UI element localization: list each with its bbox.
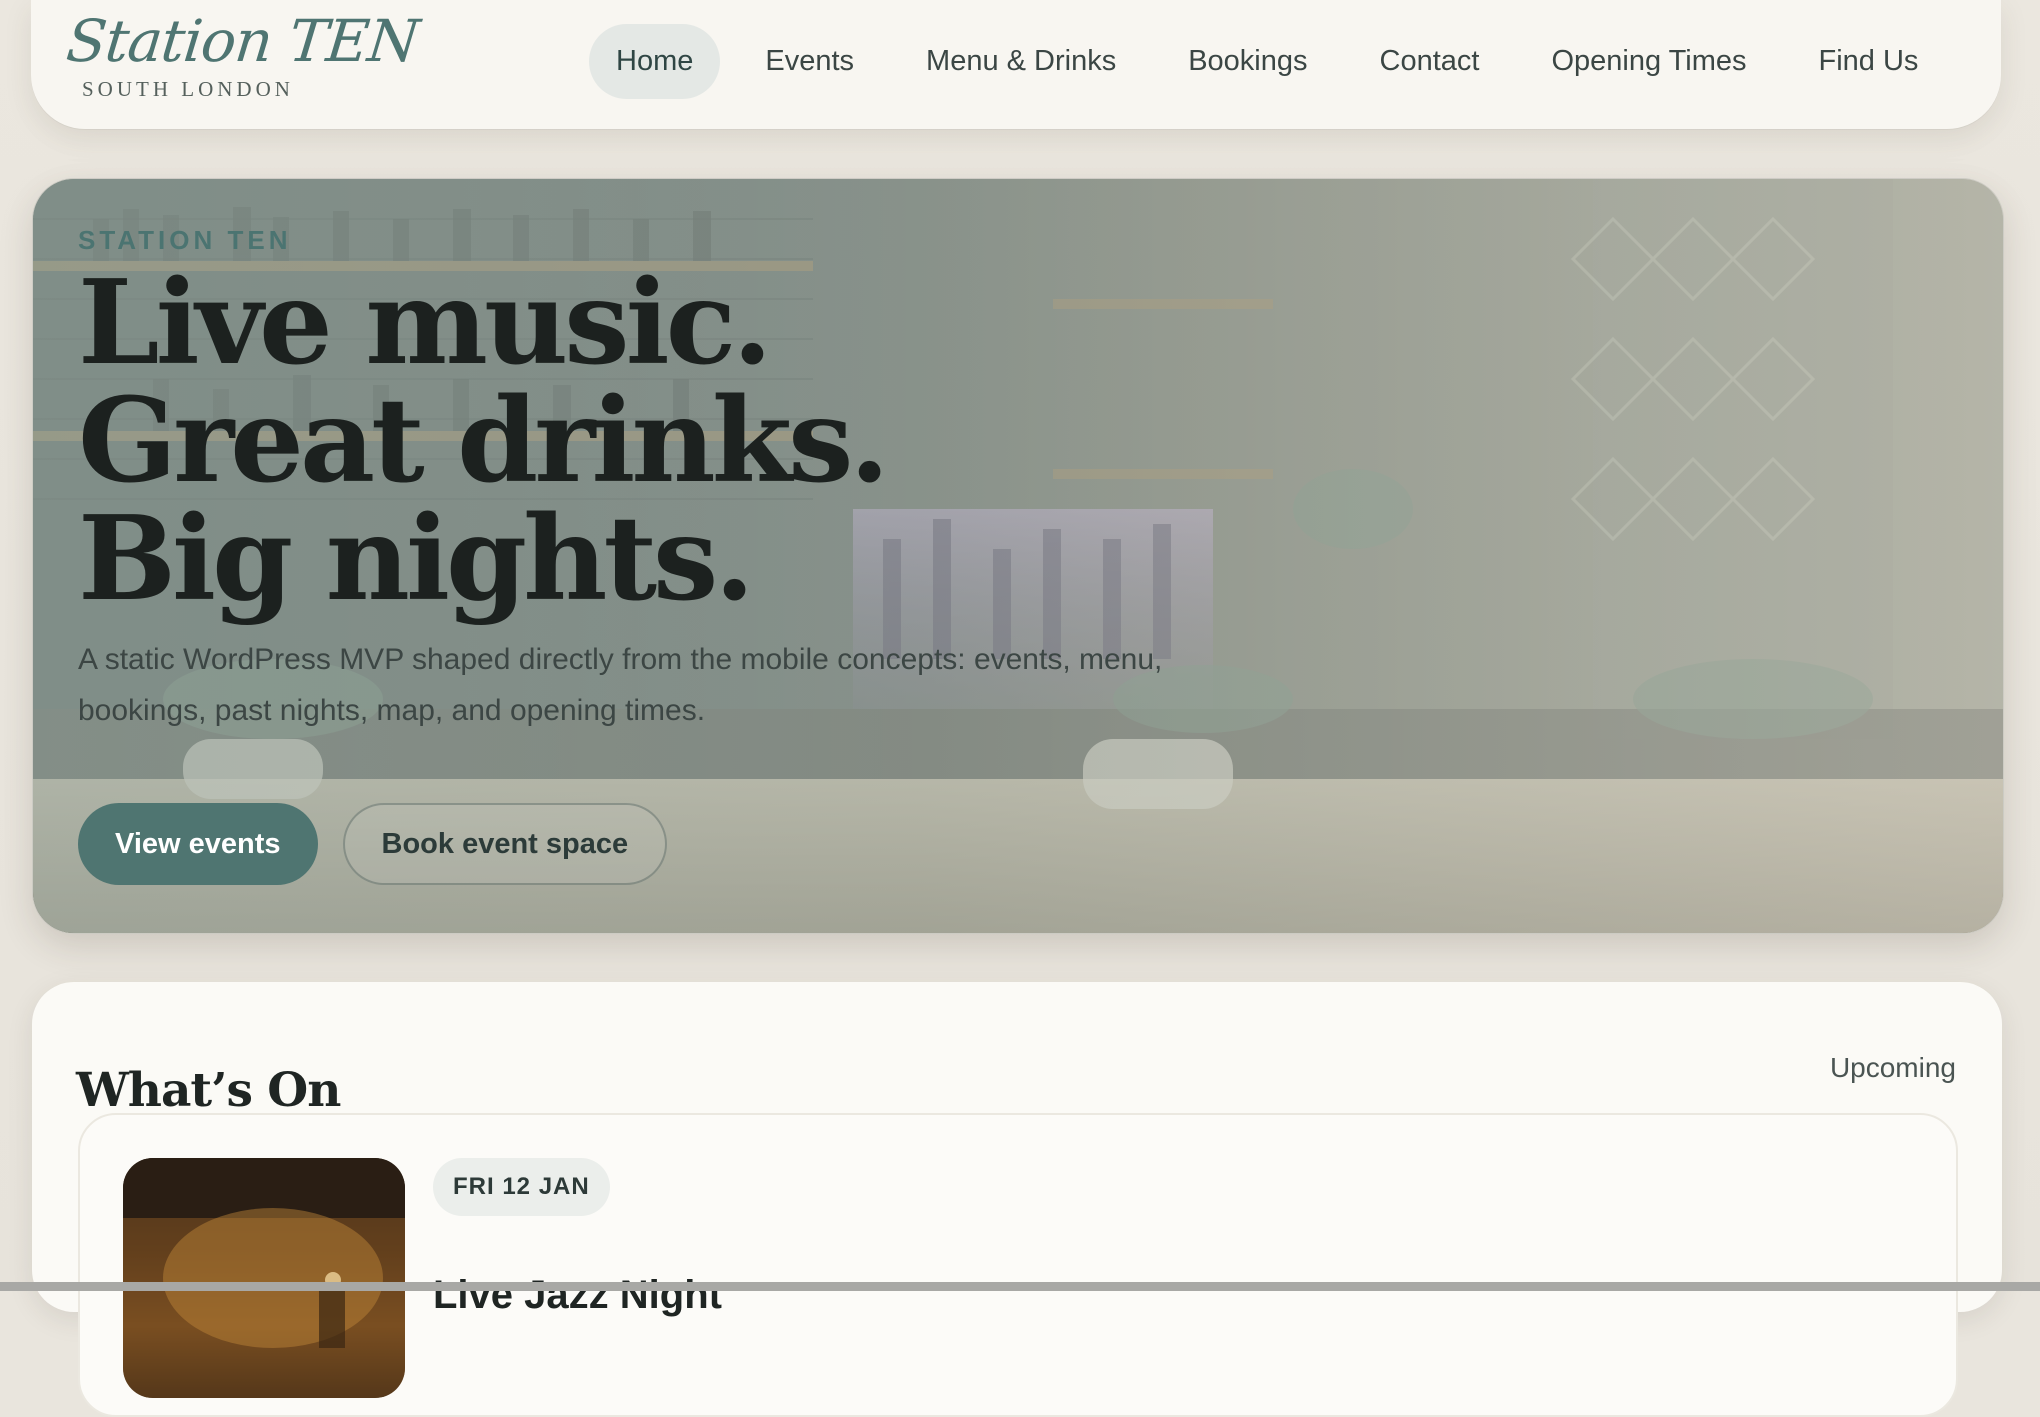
hero-headline: Live music. Great drinks. Big nights. [78,264,1378,618]
view-events-button[interactable]: View events [78,803,318,885]
event-date-badge: FRI 12 JAN [433,1158,610,1216]
hero-content: STATION TEN Live music. Great drinks. Bi… [78,225,1378,736]
brand-logo[interactable]: Station TEN SOUTH LONDON [63,7,427,112]
hero-description: A static WordPress MVP shaped directly f… [78,643,1163,727]
event-card[interactable]: FRI 12 JAN Live Jazz Night [78,1113,1958,1417]
headline-line-1: Live music. [78,255,773,391]
book-event-space-button[interactable]: Book event space [342,803,668,885]
upcoming-link[interactable]: Upcoming [1830,1052,1956,1084]
event-photo [123,1158,405,1398]
brand-name: Station TEN [63,7,422,75]
nav-item-contact[interactable]: Contact [1353,24,1507,99]
whats-on-title: What’s On [76,1063,341,1118]
hero-section: STATION TEN Live music. Great drinks. Bi… [32,178,2004,934]
nav-item-find-us[interactable]: Find Us [1792,24,1946,99]
hero-actions: View events Book event space [78,803,668,885]
nav-item-home[interactable]: Home [589,24,721,99]
window-bottom-edge [0,1282,2040,1291]
nav-item-opening-times[interactable]: Opening Times [1524,24,1773,99]
site-header: Station TEN SOUTH LONDON Home Events Men… [31,0,2001,129]
whats-on-section: What’s On Upcoming FRI 12 JAN Live Jazz … [32,982,2002,1417]
event-thumbnail [123,1158,405,1398]
headline-line-3: Big nights. [78,491,755,627]
event-title: Live Jazz Night [433,1273,722,1317]
hero-eyebrow: STATION TEN [78,225,292,255]
main-nav: Home Events Menu & Drinks Bookings Conta… [589,24,1945,99]
nav-item-events[interactable]: Events [738,24,881,99]
headline-line-2: Great drinks. [78,373,890,509]
brand-tagline: SOUTH LONDON [82,77,294,101]
page: Station TEN SOUTH LONDON Home Events Men… [0,0,2040,1417]
nav-item-bookings[interactable]: Bookings [1161,24,1334,99]
nav-item-menu-drinks[interactable]: Menu & Drinks [899,24,1143,99]
